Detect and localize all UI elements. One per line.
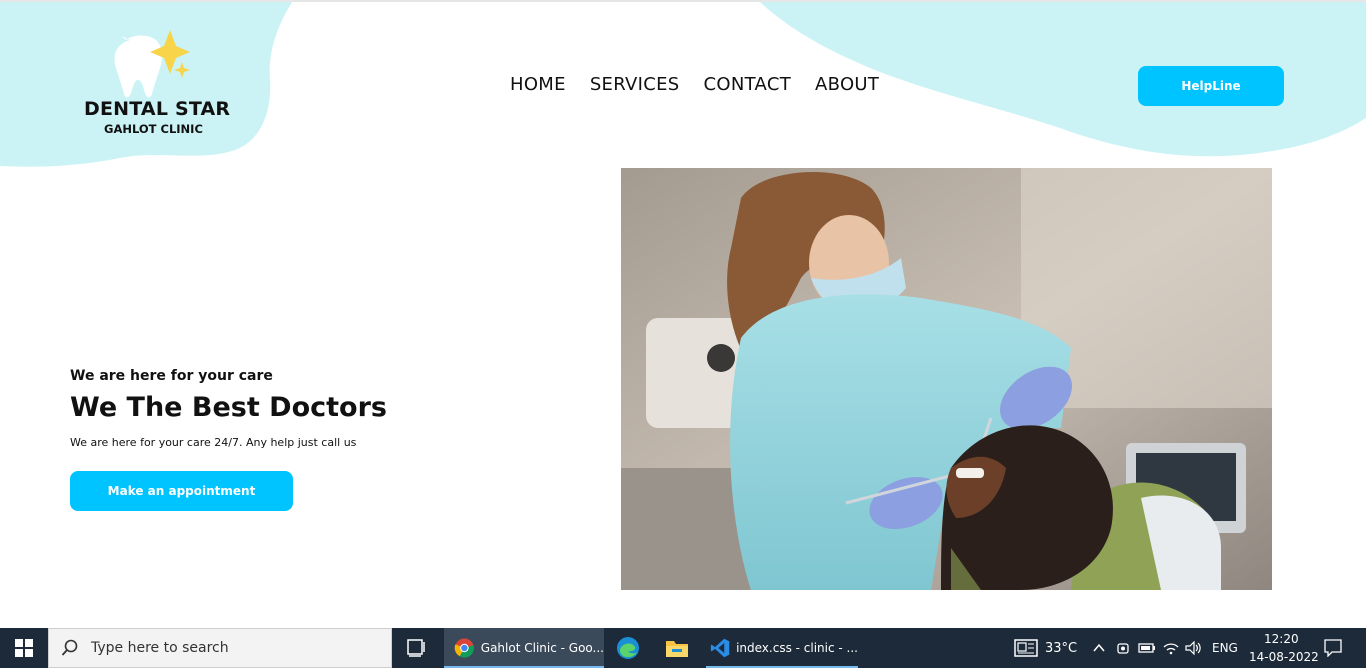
dentist-photo bbox=[621, 168, 1272, 590]
edge-icon bbox=[617, 637, 639, 659]
taskbar-app-file-explorer[interactable] bbox=[660, 628, 694, 668]
logo-title: DENTAL STAR bbox=[84, 98, 231, 120]
taskbar-app-chrome[interactable]: Gahlot Clinic - Goo... bbox=[444, 628, 604, 668]
main-nav: HOME SERVICES CONTACT ABOUT bbox=[510, 74, 879, 95]
webpage: DENTAL STAR GAHLOT CLINIC HOME SERVICES … bbox=[0, 0, 1366, 628]
nav-contact[interactable]: CONTACT bbox=[704, 74, 791, 95]
language-indicator[interactable]: ENG bbox=[1212, 641, 1238, 655]
meet-now-icon[interactable] bbox=[1116, 641, 1130, 655]
windows-logo-icon bbox=[15, 639, 33, 657]
news-widget-icon[interactable] bbox=[1014, 639, 1038, 657]
windows-start-button[interactable] bbox=[0, 628, 48, 668]
file-explorer-icon bbox=[666, 641, 688, 657]
nav-home[interactable]: HOME bbox=[510, 74, 566, 95]
make-appointment-button[interactable]: Make an appointment bbox=[70, 471, 293, 511]
chrome-app-label: Gahlot Clinic - Goo... bbox=[480, 641, 604, 655]
search-icon bbox=[61, 639, 78, 656]
helpline-button[interactable]: HelpLine bbox=[1138, 66, 1284, 106]
chrome-icon bbox=[454, 638, 474, 658]
vscode-app-label: index.css - clinic - ... bbox=[736, 641, 858, 655]
wifi-icon[interactable] bbox=[1163, 641, 1179, 655]
volume-icon[interactable] bbox=[1185, 641, 1203, 655]
search-placeholder: Type here to search bbox=[91, 640, 229, 656]
logo-subtitle: GAHLOT CLINIC bbox=[104, 122, 203, 136]
taskbar-app-edge[interactable] bbox=[612, 628, 644, 668]
vscode-icon bbox=[710, 638, 730, 658]
clock-date[interactable]: 14-08-2022 bbox=[1249, 650, 1319, 664]
weather-temperature[interactable]: 33°C bbox=[1045, 641, 1077, 656]
nav-services[interactable]: SERVICES bbox=[590, 74, 680, 95]
hero-title: We The Best Doctors bbox=[70, 392, 387, 423]
battery-icon[interactable] bbox=[1138, 642, 1156, 654]
taskbar-search-box[interactable]: Type here to search bbox=[48, 628, 392, 668]
taskbar-app-vscode[interactable]: index.css - clinic - ... bbox=[706, 628, 858, 668]
hero-eyebrow: We are here for your care bbox=[70, 368, 273, 384]
task-view-icon[interactable] bbox=[400, 636, 432, 660]
show-hidden-icons-icon[interactable] bbox=[1093, 643, 1105, 653]
hero-description: We are here for your care 24/7. Any help… bbox=[70, 436, 357, 449]
notifications-icon[interactable] bbox=[1324, 639, 1342, 657]
nav-about[interactable]: ABOUT bbox=[815, 74, 879, 95]
windows-taskbar: Type here to search Gahlot Clinic - Goo.… bbox=[0, 628, 1366, 668]
clock-time[interactable]: 12:20 bbox=[1264, 632, 1299, 646]
